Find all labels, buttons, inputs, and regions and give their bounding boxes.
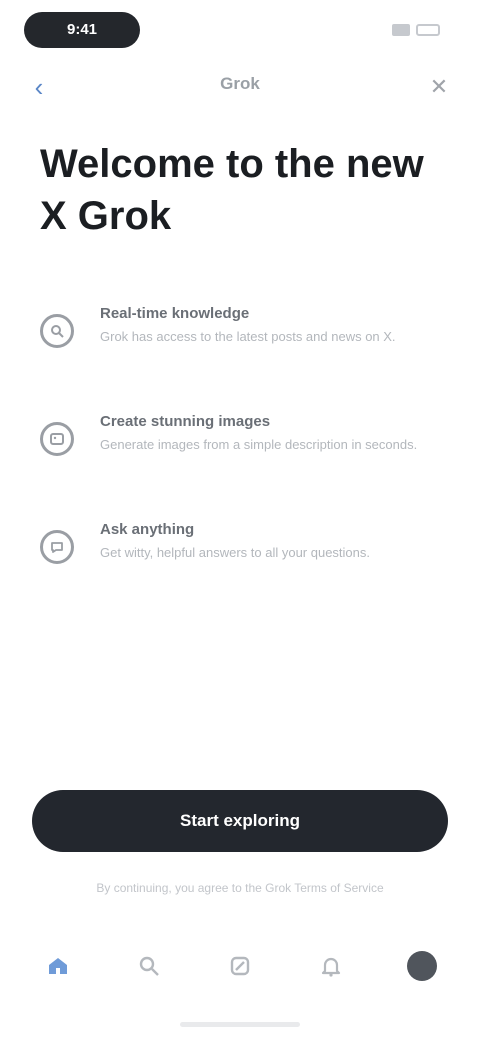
home-indicator bbox=[180, 1022, 300, 1027]
nav-title: Grok bbox=[220, 74, 260, 93]
feature-description: Generate images from a simple descriptio… bbox=[100, 437, 418, 452]
page-title: Welcome to the new X Grok bbox=[40, 142, 424, 238]
status-icons bbox=[392, 20, 440, 40]
battery-icon bbox=[416, 24, 440, 36]
tab-search[interactable] bbox=[121, 938, 177, 994]
chat-icon bbox=[40, 530, 74, 564]
feature-item: Real-time knowledge Grok has access to t… bbox=[38, 290, 448, 398]
tab-notifications[interactable] bbox=[303, 938, 359, 994]
bottom-tab-bar bbox=[0, 936, 480, 996]
feature-description: Get witty, helpful answers to all your q… bbox=[100, 545, 370, 560]
search-icon bbox=[40, 314, 74, 348]
feature-title: Create stunning images bbox=[100, 413, 271, 430]
bell-icon bbox=[322, 957, 341, 977]
image-icon-glyph bbox=[50, 433, 64, 445]
status-bar: 9:41 bbox=[0, 0, 480, 62]
feature-item: Ask anything Get witty, helpful answers … bbox=[38, 506, 448, 614]
image-icon bbox=[40, 422, 74, 456]
avatar-icon bbox=[407, 951, 438, 981]
tab-home[interactable] bbox=[30, 938, 86, 994]
status-time: 9:41 bbox=[24, 12, 140, 48]
chevron-left-icon: ‹ bbox=[34, 72, 44, 102]
signal-icon bbox=[392, 24, 410, 36]
top-nav: ‹ Grok ✕ bbox=[0, 62, 480, 112]
feature-description: Grok has access to the latest posts and … bbox=[100, 329, 396, 344]
feature-title: Real-time knowledge bbox=[100, 305, 250, 322]
close-icon: ✕ bbox=[429, 74, 449, 99]
tab-profile[interactable] bbox=[394, 938, 450, 994]
search-icon-glyph bbox=[51, 325, 64, 338]
feature-title: Ask anything bbox=[100, 521, 195, 538]
terms-footnote: By continuing, you agree to the Grok Ter… bbox=[96, 881, 384, 895]
grok-icon bbox=[230, 956, 250, 976]
feature-item: Create stunning images Generate images f… bbox=[38, 398, 448, 506]
chat-icon-glyph bbox=[51, 542, 63, 553]
welcome-screen: 9:41 ‹ Grok ✕ Welcome to the new X Grok … bbox=[0, 0, 480, 1040]
search-icon bbox=[139, 956, 159, 976]
close-button[interactable]: ✕ bbox=[424, 72, 454, 102]
back-button[interactable]: ‹ bbox=[24, 72, 54, 102]
start-exploring-button[interactable]: Start exploring bbox=[32, 790, 448, 852]
home-icon bbox=[48, 958, 67, 974]
feature-list: Real-time knowledge Grok has access to t… bbox=[38, 290, 448, 614]
tab-grok[interactable] bbox=[212, 938, 268, 994]
